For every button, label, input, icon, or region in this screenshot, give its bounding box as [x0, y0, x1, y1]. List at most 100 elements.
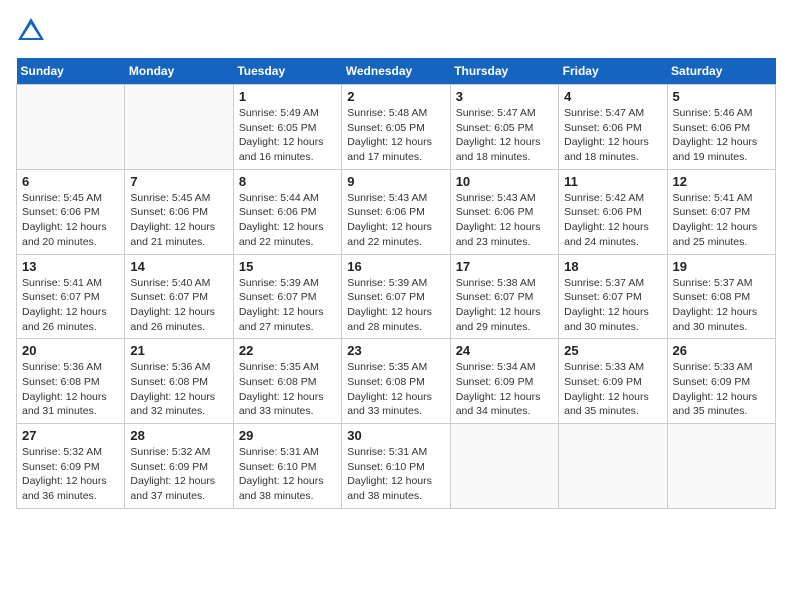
- calendar-cell: 23 Sunrise: 5:35 AMSunset: 6:08 PMDayligh…: [342, 339, 450, 424]
- day-info: Sunrise: 5:33 AMSunset: 6:09 PMDaylight:…: [564, 360, 661, 419]
- day-info: Sunrise: 5:49 AMSunset: 6:05 PMDaylight:…: [239, 106, 336, 165]
- day-number: 2: [347, 89, 444, 104]
- day-number: 13: [22, 259, 119, 274]
- calendar-week-row: 6Sunrise: 5:45 AMSunset: 6:06 PMDaylight…: [17, 169, 776, 254]
- day-number: 23: [347, 343, 444, 358]
- day-info: Sunrise: 5:48 AMSunset: 6:05 PMDaylight:…: [347, 106, 444, 165]
- calendar-cell: 15Sunrise: 5:39 AMSunset: 6:07 PMDayligh…: [233, 254, 341, 339]
- calendar-cell: 21 Sunrise: 5:36 AMSunset: 6:08 PMDayligh…: [125, 339, 233, 424]
- calendar-cell: [450, 424, 558, 509]
- calendar-cell: 11 Sunrise: 5:42 AMSunset: 6:06 PMDayligh…: [559, 169, 667, 254]
- calendar-cell: 13 Sunrise: 5:41 AMSunset: 6:07 PMDayligh…: [17, 254, 125, 339]
- header-tuesday: Tuesday: [233, 58, 341, 85]
- calendar-cell: 29 Sunrise: 5:31 AMSunset: 6:10 PMDayligh…: [233, 424, 341, 509]
- day-number: 3: [456, 89, 553, 104]
- day-number: 16: [347, 259, 444, 274]
- day-number: 12: [673, 174, 770, 189]
- day-info: Sunrise: 5:36 AMSunset: 6:08 PMDaylight:…: [22, 360, 119, 419]
- day-info: Sunrise: 5:32 AMSunset: 6:09 PMDaylight:…: [130, 445, 227, 504]
- day-info: Sunrise: 5:39 AMSunset: 6:07 PMDaylight:…: [347, 276, 444, 335]
- day-info: Sunrise: 5:43 AMSunset: 6:06 PMDaylight:…: [347, 191, 444, 250]
- calendar-cell: [667, 424, 775, 509]
- day-info: Sunrise: 5:37 AMSunset: 6:08 PMDaylight:…: [673, 276, 770, 335]
- page-header: [16, 16, 776, 46]
- day-info: Sunrise: 5:41 AMSunset: 6:07 PMDaylight:…: [22, 276, 119, 335]
- day-number: 21: [130, 343, 227, 358]
- day-info: Sunrise: 5:45 AMSunset: 6:06 PMDaylight:…: [130, 191, 227, 250]
- calendar-cell: [559, 424, 667, 509]
- header-monday: Monday: [125, 58, 233, 85]
- day-info: Sunrise: 5:42 AMSunset: 6:06 PMDaylight:…: [564, 191, 661, 250]
- day-number: 4: [564, 89, 661, 104]
- calendar-cell: 28Sunrise: 5:32 AMSunset: 6:09 PMDayligh…: [125, 424, 233, 509]
- day-number: 20: [22, 343, 119, 358]
- day-number: 25: [564, 343, 661, 358]
- calendar-cell: 9 Sunrise: 5:43 AMSunset: 6:06 PMDaylight…: [342, 169, 450, 254]
- calendar-cell: 20 Sunrise: 5:36 AMSunset: 6:08 PMDayligh…: [17, 339, 125, 424]
- calendar-cell: 19Sunrise: 5:37 AMSunset: 6:08 PMDayligh…: [667, 254, 775, 339]
- calendar-cell: 1 Sunrise: 5:49 AMSunset: 6:05 PMDaylight…: [233, 85, 341, 170]
- day-info: Sunrise: 5:43 AMSunset: 6:06 PMDaylight:…: [456, 191, 553, 250]
- header-saturday: Saturday: [667, 58, 775, 85]
- day-info: Sunrise: 5:39 AMSunset: 6:07 PMDaylight:…: [239, 276, 336, 335]
- day-info: Sunrise: 5:32 AMSunset: 6:09 PMDaylight:…: [22, 445, 119, 504]
- calendar-header-row: SundayMondayTuesdayWednesdayThursdayFrid…: [17, 58, 776, 85]
- day-number: 9: [347, 174, 444, 189]
- calendar-cell: 24 Sunrise: 5:34 AMSunset: 6:09 PMDayligh…: [450, 339, 558, 424]
- day-number: 17: [456, 259, 553, 274]
- day-number: 8: [239, 174, 336, 189]
- day-number: 7: [130, 174, 227, 189]
- day-number: 1: [239, 89, 336, 104]
- calendar-week-row: 1 Sunrise: 5:49 AMSunset: 6:05 PMDaylight…: [17, 85, 776, 170]
- calendar-cell: 18Sunrise: 5:37 AMSunset: 6:07 PMDayligh…: [559, 254, 667, 339]
- day-info: Sunrise: 5:45 AMSunset: 6:06 PMDaylight:…: [22, 191, 119, 250]
- calendar-cell: 3Sunrise: 5:47 AMSunset: 6:05 PMDaylight…: [450, 85, 558, 170]
- day-info: Sunrise: 5:40 AMSunset: 6:07 PMDaylight:…: [130, 276, 227, 335]
- calendar-cell: 6Sunrise: 5:45 AMSunset: 6:06 PMDaylight…: [17, 169, 125, 254]
- logo-icon: [16, 16, 46, 46]
- day-number: 11: [564, 174, 661, 189]
- day-number: 10: [456, 174, 553, 189]
- calendar-cell: 10 Sunrise: 5:43 AMSunset: 6:06 PMDayligh…: [450, 169, 558, 254]
- day-number: 24: [456, 343, 553, 358]
- header-thursday: Thursday: [450, 58, 558, 85]
- day-number: 14: [130, 259, 227, 274]
- calendar-week-row: 27 Sunrise: 5:32 AMSunset: 6:09 PMDayligh…: [17, 424, 776, 509]
- calendar-cell: 27 Sunrise: 5:32 AMSunset: 6:09 PMDayligh…: [17, 424, 125, 509]
- day-info: Sunrise: 5:31 AMSunset: 6:10 PMDaylight:…: [239, 445, 336, 504]
- calendar-week-row: 13 Sunrise: 5:41 AMSunset: 6:07 PMDayligh…: [17, 254, 776, 339]
- calendar-cell: 25 Sunrise: 5:33 AMSunset: 6:09 PMDayligh…: [559, 339, 667, 424]
- day-number: 27: [22, 428, 119, 443]
- day-info: Sunrise: 5:35 AMSunset: 6:08 PMDaylight:…: [347, 360, 444, 419]
- day-info: Sunrise: 5:33 AMSunset: 6:09 PMDaylight:…: [673, 360, 770, 419]
- day-number: 29: [239, 428, 336, 443]
- calendar-cell: 5 Sunrise: 5:46 AMSunset: 6:06 PMDaylight…: [667, 85, 775, 170]
- calendar-cell: 7 Sunrise: 5:45 AMSunset: 6:06 PMDaylight…: [125, 169, 233, 254]
- calendar-week-row: 20 Sunrise: 5:36 AMSunset: 6:08 PMDayligh…: [17, 339, 776, 424]
- calendar-cell: 30 Sunrise: 5:31 AMSunset: 6:10 PMDayligh…: [342, 424, 450, 509]
- day-info: Sunrise: 5:38 AMSunset: 6:07 PMDaylight:…: [456, 276, 553, 335]
- day-info: Sunrise: 5:34 AMSunset: 6:09 PMDaylight:…: [456, 360, 553, 419]
- calendar-cell: 2 Sunrise: 5:48 AMSunset: 6:05 PMDaylight…: [342, 85, 450, 170]
- calendar-cell: 14 Sunrise: 5:40 AMSunset: 6:07 PMDayligh…: [125, 254, 233, 339]
- day-info: Sunrise: 5:46 AMSunset: 6:06 PMDaylight:…: [673, 106, 770, 165]
- header-sunday: Sunday: [17, 58, 125, 85]
- day-number: 30: [347, 428, 444, 443]
- day-info: Sunrise: 5:44 AMSunset: 6:06 PMDaylight:…: [239, 191, 336, 250]
- day-info: Sunrise: 5:47 AMSunset: 6:06 PMDaylight:…: [564, 106, 661, 165]
- calendar-cell: 22Sunrise: 5:35 AMSunset: 6:08 PMDayligh…: [233, 339, 341, 424]
- calendar-cell: [125, 85, 233, 170]
- day-number: 5: [673, 89, 770, 104]
- day-info: Sunrise: 5:36 AMSunset: 6:08 PMDaylight:…: [130, 360, 227, 419]
- calendar-cell: [17, 85, 125, 170]
- day-number: 26: [673, 343, 770, 358]
- calendar-cell: 16 Sunrise: 5:39 AMSunset: 6:07 PMDayligh…: [342, 254, 450, 339]
- header-wednesday: Wednesday: [342, 58, 450, 85]
- calendar-cell: 17 Sunrise: 5:38 AMSunset: 6:07 PMDayligh…: [450, 254, 558, 339]
- header-friday: Friday: [559, 58, 667, 85]
- calendar-cell: 26 Sunrise: 5:33 AMSunset: 6:09 PMDayligh…: [667, 339, 775, 424]
- day-number: 22: [239, 343, 336, 358]
- day-info: Sunrise: 5:31 AMSunset: 6:10 PMDaylight:…: [347, 445, 444, 504]
- calendar-cell: 12Sunrise: 5:41 AMSunset: 6:07 PMDayligh…: [667, 169, 775, 254]
- calendar-cell: 8 Sunrise: 5:44 AMSunset: 6:06 PMDaylight…: [233, 169, 341, 254]
